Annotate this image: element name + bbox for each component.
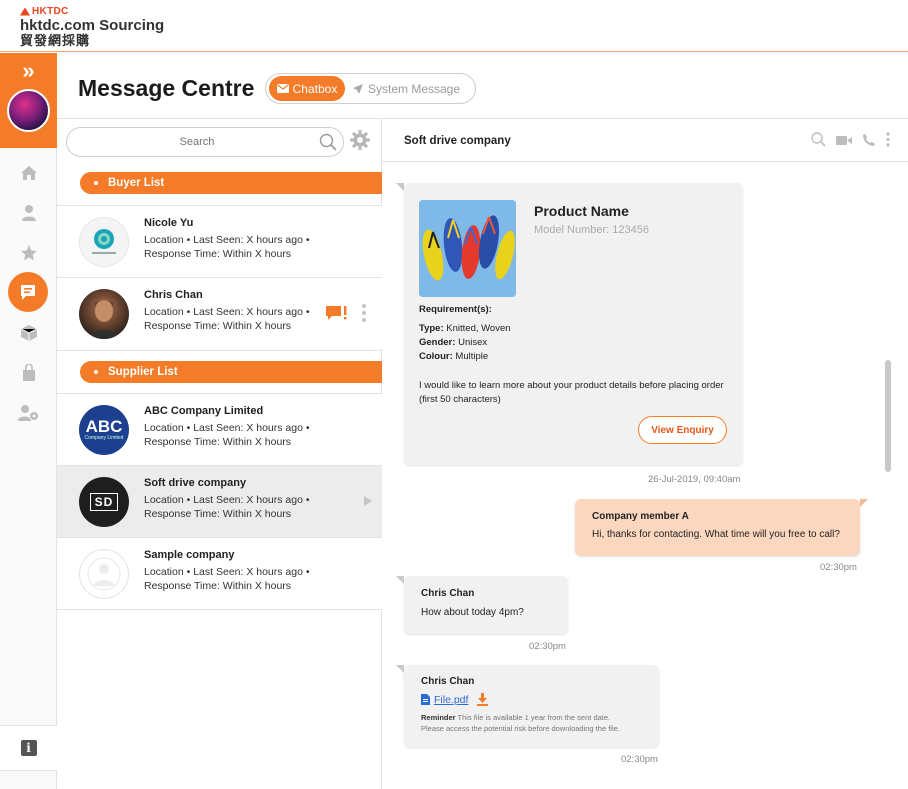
left-rail: » i	[0, 53, 57, 789]
info-button[interactable]: i	[0, 725, 57, 771]
message-text: How about today 4pm?	[421, 607, 524, 618]
contact-response-time: Response Time: Within X hours	[144, 508, 292, 520]
page-title: Message Centre	[78, 75, 255, 101]
site-name: hktdc.com Sourcing	[20, 17, 165, 34]
default-avatar-icon	[79, 549, 129, 599]
contact-list-panel: Buyer List Nicole Yu Location • Last See…	[57, 118, 382, 789]
soft-drive-logo: SD	[79, 477, 129, 527]
document-icon	[421, 694, 430, 705]
buyer-list-header[interactable]: Buyer List	[80, 172, 382, 194]
requirement-type: Type: Knitted, Woven	[419, 323, 511, 334]
tab-chatbox[interactable]: Chatbox	[269, 76, 345, 101]
box-icon[interactable]	[0, 313, 57, 353]
contact-name: Nicole Yu	[144, 217, 194, 229]
chat-header: Soft drive company	[382, 119, 908, 162]
contact-meta: Location • Last Seen: X hours ago •	[144, 234, 310, 246]
message-timestamp: 02:30pm	[820, 562, 857, 573]
contact-meta: Location • Last Seen: X hours ago •	[144, 494, 310, 506]
contact-response-time: Response Time: Within X hours	[144, 580, 292, 592]
search-input[interactable]	[77, 132, 317, 152]
contact-name: ABC Company Limited	[144, 405, 264, 417]
message-timestamp: 02:30pm	[621, 754, 658, 765]
site-name-cn: 貿發網採購	[20, 33, 91, 48]
info-icon: i	[20, 740, 37, 756]
user-settings-icon[interactable]	[0, 393, 57, 433]
more-options-icon[interactable]	[362, 304, 366, 322]
brand-name: HKTDC	[32, 6, 69, 17]
chat-title: Soft drive company	[404, 135, 511, 147]
tab-chatbox-label: Chatbox	[292, 81, 338, 96]
file-reminder: Reminder This file is available 1 year f…	[421, 713, 620, 733]
tab-system-message-label: System Message	[368, 81, 461, 96]
message-sender: Chris Chan	[421, 588, 475, 599]
product-name: Product Name	[534, 203, 629, 219]
search-icon[interactable]	[319, 133, 337, 156]
unread-message-icon	[325, 305, 349, 326]
message-sender: Chris Chan	[421, 676, 475, 687]
list-item-abc-company[interactable]: ABC Company Limited ABC Company Limited …	[57, 393, 382, 465]
home-icon[interactable]	[0, 153, 57, 193]
list-item-nicole-yu[interactable]: Nicole Yu Location • Last Seen: X hours …	[57, 205, 382, 277]
avatar	[79, 217, 129, 267]
contact-name: Chris Chan	[144, 289, 203, 301]
user-icon[interactable]	[0, 193, 57, 233]
contact-response-time: Response Time: Within X hours	[144, 248, 292, 260]
list-item-soft-drive-company[interactable]: SD Soft drive company Location • Last Se…	[57, 465, 382, 537]
incoming-message: Chris Chan How about today 4pm?	[396, 576, 568, 634]
requirement-gender: Gender: Unisex	[419, 337, 488, 348]
product-model-number: Model Number: 123456	[534, 224, 649, 236]
site-logo[interactable]: HKTDC hktdc.com Sourcing 貿發網採購	[20, 6, 164, 48]
file-link[interactable]: File.pdf	[434, 694, 468, 706]
expand-icon[interactable]: »	[0, 57, 57, 87]
message-sender: Company member A	[592, 511, 689, 522]
contact-meta: Location • Last Seen: X hours ago •	[144, 306, 310, 318]
envelope-icon	[276, 84, 289, 93]
top-header: HKTDC hktdc.com Sourcing 貿發網採購	[0, 0, 908, 52]
outgoing-message: Company member A Hi, thanks for contacti…	[575, 499, 868, 556]
message-tabs: Chatbox System Message	[265, 73, 476, 104]
contact-meta: Location • Last Seen: X hours ago •	[144, 566, 310, 578]
star-icon[interactable]	[0, 233, 57, 273]
phone-call-icon[interactable]	[862, 133, 876, 152]
hktdc-logo-icon	[20, 7, 30, 16]
requirements-heading: Requirement(s):	[419, 304, 492, 315]
chat-scrollbar[interactable]	[885, 360, 891, 472]
list-item-chris-chan[interactable]: Chris Chan Location • Last Seen: X hours…	[57, 277, 382, 349]
requirement-colour: Colour: Multiple	[419, 351, 489, 362]
list-item-sample-company[interactable]: Sample company Location • Last Seen: X h…	[57, 537, 382, 609]
view-enquiry-button[interactable]: View Enquiry	[638, 416, 727, 444]
incoming-file-message: Chris Chan File.pdf Reminder This file i…	[396, 665, 659, 747]
abc-company-logo: ABC Company Limited	[79, 405, 129, 455]
download-icon[interactable]	[476, 693, 489, 706]
message-timestamp: 26-Jul-2019, 09:40am	[648, 474, 741, 485]
contact-name: Sample company	[144, 549, 235, 561]
chat-panel: Soft drive company Product Name Model Nu…	[382, 118, 908, 789]
paper-plane-icon	[353, 83, 363, 94]
product-image[interactable]	[419, 200, 516, 297]
enquiry-card: Product Name Model Number: 123456 Requir…	[396, 183, 743, 465]
video-call-icon[interactable]	[836, 133, 852, 151]
message-text: Hi, thanks for contacting. What time wil…	[592, 529, 840, 540]
search-box	[66, 127, 344, 157]
file-attachment[interactable]: File.pdf	[421, 693, 489, 706]
contact-name: Soft drive company	[144, 477, 247, 489]
message-timestamp: 02:30pm	[529, 641, 566, 652]
contact-response-time: Response Time: Within X hours	[144, 320, 292, 332]
avatar	[79, 289, 129, 339]
bag-icon[interactable]	[0, 353, 57, 393]
search-icon[interactable]	[811, 132, 826, 152]
message-icon[interactable]	[8, 272, 48, 312]
gear-icon[interactable]	[349, 129, 371, 156]
supplier-list-header[interactable]: Supplier List	[80, 361, 382, 383]
enquiry-message: I would like to learn more about your pr…	[419, 380, 724, 405]
more-options-icon[interactable]	[886, 132, 890, 152]
chevron-right-icon	[364, 496, 372, 506]
contact-meta: Location • Last Seen: X hours ago •	[144, 422, 310, 434]
user-avatar[interactable]	[7, 89, 50, 132]
contact-response-time: Response Time: Within X hours	[144, 436, 292, 448]
tab-system-message[interactable]: System Message	[352, 76, 460, 101]
